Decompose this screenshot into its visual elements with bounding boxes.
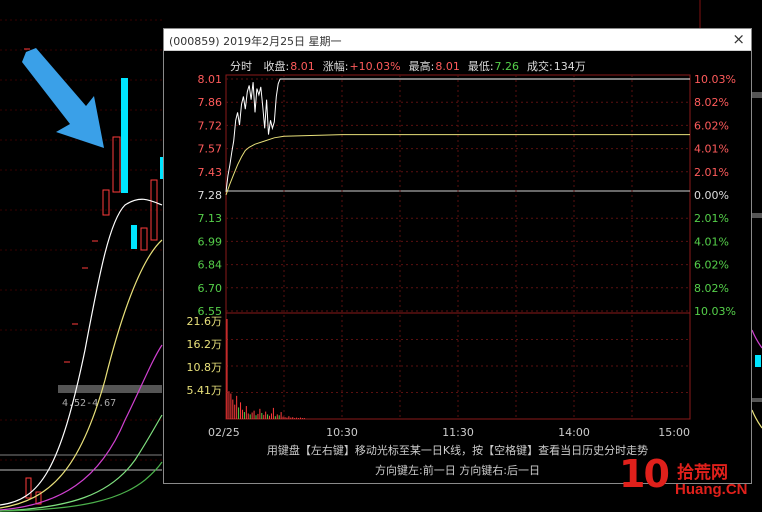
volume-tick-label: 16.2万	[187, 338, 223, 351]
price-tick-label: 6.99	[198, 235, 223, 248]
price-tick-label: 7.13	[198, 212, 223, 225]
close-price-value: 8.01	[290, 60, 315, 73]
low-value: 7.26	[494, 60, 520, 73]
low-label: 最低:	[467, 60, 494, 73]
time-tick-label: 14:00	[558, 426, 590, 439]
percent-tick-label: 4.01%	[694, 143, 729, 156]
watermark-cn: 拾荒网	[677, 463, 728, 483]
time-axis-labels: 02/25 10:30 11:30 14:00 15:00	[208, 426, 690, 439]
change-label: 涨幅:	[322, 60, 349, 73]
volume-bars	[226, 319, 305, 419]
mode-label: 分时	[230, 60, 252, 73]
percent-tick-label: 10.03%	[694, 305, 736, 318]
watermark-logo: 10 拾荒网 Huang.CN	[615, 452, 761, 510]
price-tick-label: 7.28	[198, 189, 223, 202]
percent-axis-labels: 10.03% 8.02% 6.02% 4.01% 2.01% 0.00% 2.01% 4.01…	[694, 73, 736, 318]
price-tick-label: 7.43	[198, 166, 223, 179]
price-tick-label: 7.72	[198, 119, 223, 132]
percent-tick-label: 8.02%	[694, 96, 729, 109]
intraday-popup-window: (000859) 2019年2月25日 星期一 × 8.01 7.86 7.72 7.…	[163, 28, 752, 484]
watermark-ten: 10	[619, 452, 670, 496]
volume-axis-labels: 21.6万 16.2万 10.8万 5.41万	[187, 315, 223, 397]
arrow-left-icon	[22, 48, 104, 148]
watermark-en: Huang.CN	[675, 481, 748, 498]
percent-tick-label: 10.03%	[694, 73, 736, 86]
quote-info-bar: 分时 收盘:8.01 涨幅:+10.03% 最高:8.01 最低:7.26 成交…	[230, 58, 587, 74]
time-tick-label: 10:30	[326, 426, 358, 439]
volume-tick-label: 21.6万	[187, 315, 223, 328]
percent-tick-label: 0.00%	[694, 189, 729, 202]
percent-tick-label: 8.02%	[694, 282, 729, 295]
percent-tick-label: 6.02%	[694, 119, 729, 132]
volume-value: 134万	[553, 60, 586, 73]
background-highlight-band	[58, 385, 162, 393]
high-label: 最高:	[408, 60, 435, 73]
percent-tick-label: 2.01%	[694, 166, 729, 179]
change-value: +10.03%	[349, 60, 401, 73]
percent-tick-label: 4.01%	[694, 235, 729, 248]
price-tick-label: 8.01	[198, 73, 223, 86]
price-tick-label: 6.84	[198, 259, 223, 272]
price-axis-labels: 8.01 7.86 7.72 7.57 7.43 7.28 7.13 6.99 6.84 6.70…	[198, 73, 223, 318]
close-price-label: 收盘:	[263, 60, 290, 73]
price-tick-label: 7.86	[198, 96, 223, 109]
time-tick-label: 15:00	[658, 426, 690, 439]
volume-label: 成交:	[527, 60, 553, 73]
time-tick-label: 02/25	[208, 426, 240, 439]
chart-grid	[226, 75, 690, 419]
volume-tick-label: 5.41万	[187, 384, 223, 397]
high-value: 8.01	[435, 60, 460, 73]
percent-tick-label: 6.02%	[694, 259, 729, 272]
percent-tick-label: 2.01%	[694, 212, 729, 225]
volume-tick-label: 10.8万	[187, 361, 223, 374]
time-tick-label: 11:30	[442, 426, 474, 439]
background-ma-label: 4.52-4.67	[62, 398, 116, 409]
price-tick-label: 7.57	[198, 143, 223, 156]
intraday-chart: 8.01 7.86 7.72 7.57 7.43 7.28 7.13 6.99 6.84 6.70…	[187, 73, 736, 439]
price-tick-label: 6.70	[198, 282, 223, 295]
